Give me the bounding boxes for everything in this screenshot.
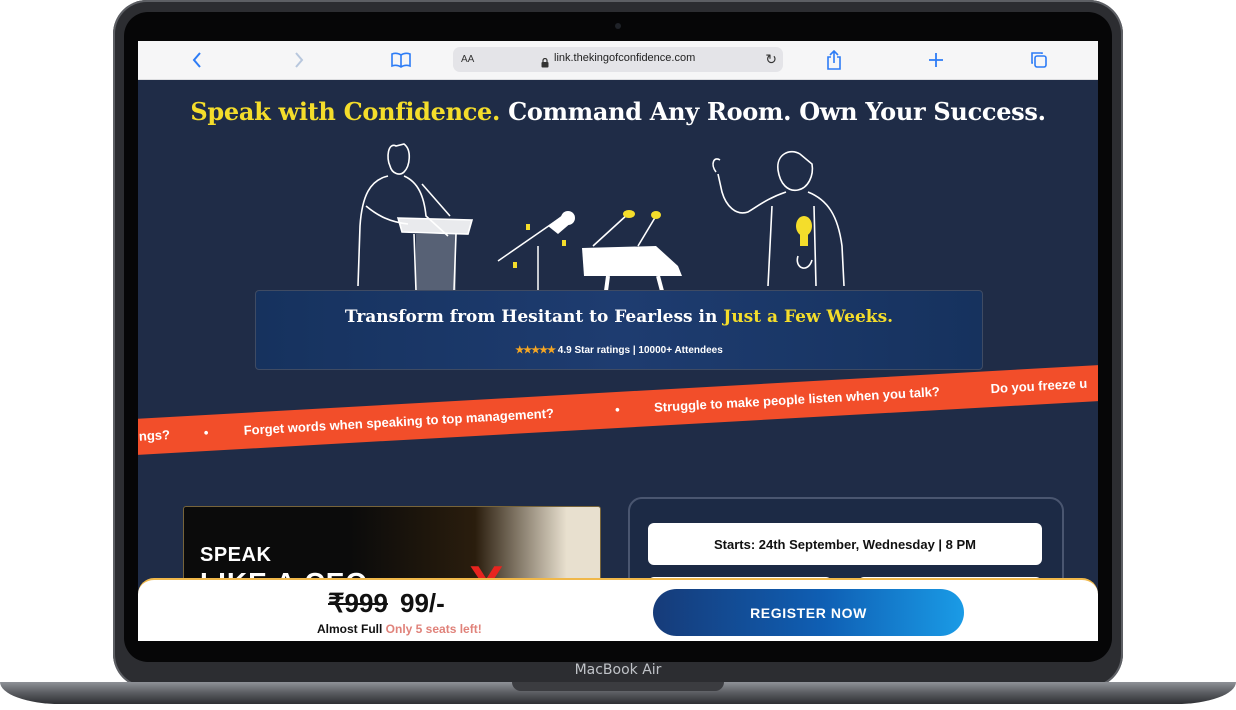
pain-points-ticker: ngs? • Forget words when speaking to top…	[138, 359, 1098, 457]
promo-title-text: Transform from Hesitant to Fearless in	[344, 307, 724, 327]
back-icon[interactable]	[187, 50, 207, 70]
device-label: MacBook Air	[574, 662, 662, 678]
ticker-separator: •	[614, 401, 621, 418]
address-bar[interactable]: AA link.thekingofconfidence.com ↻	[453, 47, 783, 72]
new-tab-icon[interactable]	[926, 50, 946, 70]
sticky-cta-bar: ₹999 99/- Almost Full Only 5 seats left!…	[138, 578, 1098, 641]
offer-price: 99/-	[400, 588, 445, 618]
laptop-base-notch	[512, 682, 724, 691]
rating-text: 4.9 Star ratings | 10000+ Attendees	[555, 345, 723, 356]
register-now-button[interactable]: REGISTER NOW	[653, 589, 964, 636]
start-date-pill: Starts: 24th September, Wednesday | 8 PM	[648, 523, 1042, 565]
headline-highlight: Speak with Confidence.	[190, 97, 501, 126]
ticker-item: Struggle to make people listen when you …	[653, 383, 941, 415]
rating-line: ★★★★★ 4.9 Star ratings | 10000+ Attendee…	[256, 345, 982, 356]
browser-screen: AA link.thekingofconfidence.com ↻ Speak …	[138, 41, 1098, 641]
ticker-item: ngs?	[138, 427, 171, 444]
forward-icon[interactable]	[289, 50, 309, 70]
availability-text: Almost Full Only 5 seats left!	[317, 622, 482, 636]
lock-icon	[541, 55, 549, 73]
video-title-line1: SPEAK	[200, 544, 272, 566]
ticker-item: Forget words when speaking to top manage…	[243, 405, 555, 438]
promo-title: Transform from Hesitant to Fearless in J…	[256, 307, 982, 327]
promo-card: Transform from Hesitant to Fearless in J…	[255, 290, 983, 370]
headline-rest: Command Any Room. Own Your Success.	[500, 97, 1046, 126]
star-rating-icon: ★★★★★	[515, 345, 556, 356]
share-icon[interactable]	[824, 50, 844, 70]
browser-toolbar: AA link.thekingofconfidence.com ↻	[138, 41, 1098, 80]
ticker-item: Do you freeze u	[990, 375, 1088, 397]
url-text: link.thekingofconfidence.com	[554, 52, 696, 64]
page-headline: Speak with Confidence. Command Any Room.…	[138, 97, 1098, 126]
bookmarks-icon[interactable]	[391, 50, 411, 70]
ticker-separator: •	[203, 424, 209, 441]
promo-title-highlight: Just a Few Weeks.	[723, 307, 894, 327]
original-price: ₹999	[328, 588, 388, 618]
reader-aa-button[interactable]: AA	[461, 54, 474, 65]
seats-left-label: Only 5 seats left!	[385, 622, 482, 636]
almost-full-label: Almost Full	[317, 622, 386, 636]
camera-icon	[615, 23, 621, 29]
tabs-icon[interactable]	[1029, 50, 1049, 70]
reload-icon[interactable]: ↻	[765, 51, 777, 68]
